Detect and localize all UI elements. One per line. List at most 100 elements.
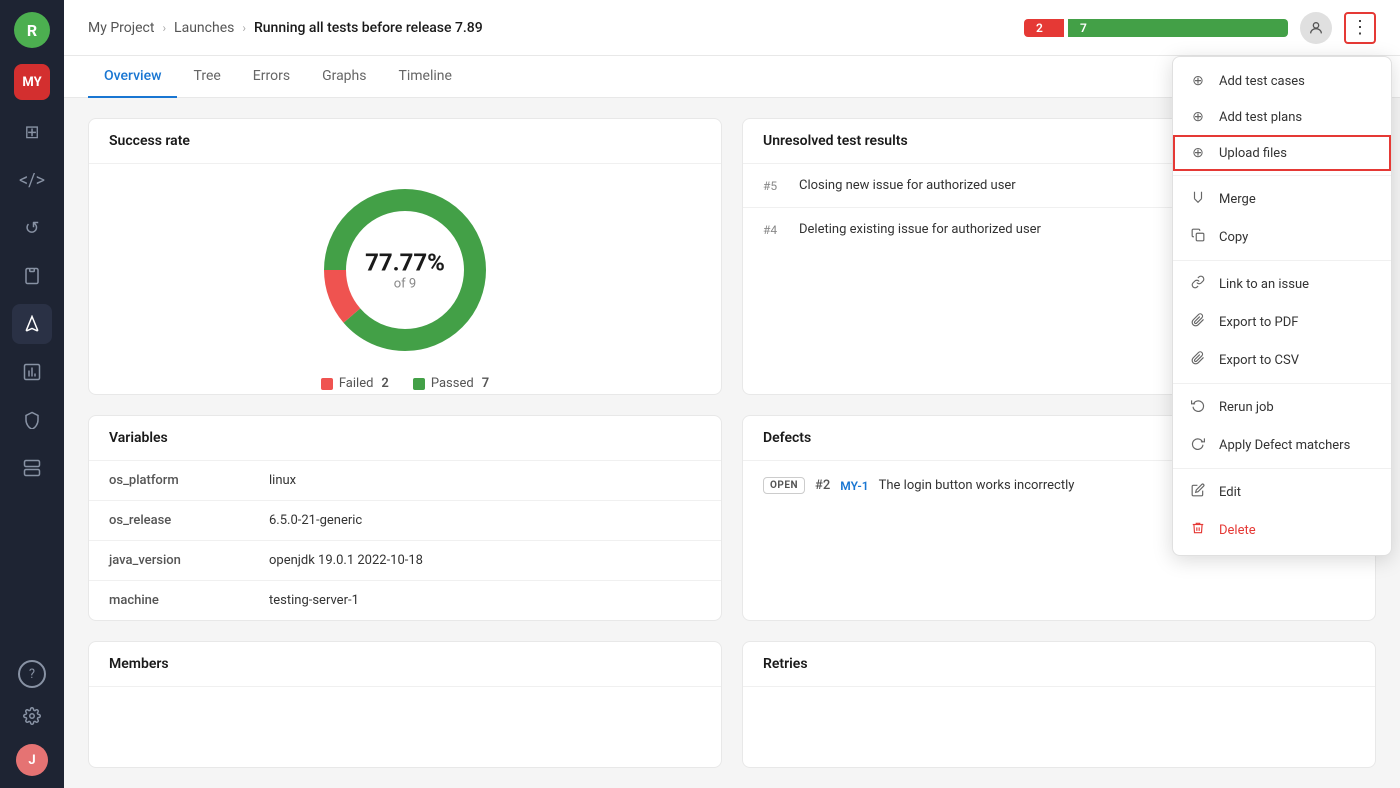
failed-dot (321, 378, 333, 390)
defect-matchers-icon (1189, 436, 1207, 454)
project-avatar[interactable]: MY (14, 64, 50, 100)
var-val: openjdk 19.0.1 2022-10-18 (249, 541, 721, 581)
menu-add-test-cases[interactable]: ⊕ Add test cases (1173, 63, 1391, 99)
menu-separator-3 (1173, 383, 1391, 384)
issue-num-4: #4 (763, 223, 787, 237)
tab-overview[interactable]: Overview (88, 56, 177, 98)
failed-count: 2 (1024, 19, 1064, 37)
issue-num-5: #5 (763, 179, 787, 193)
defect-link[interactable]: MY-1 (840, 479, 868, 493)
menu-label: Delete (1219, 523, 1256, 538)
defect-text: The login button works incorrectly (879, 478, 1075, 493)
breadcrumb-launches[interactable]: Launches (174, 20, 234, 36)
chart-legend: Failed 2 Passed 7 (321, 376, 489, 391)
donut-sub: of 9 (365, 277, 445, 292)
variables-title: Variables (89, 416, 721, 461)
passed-legend: Passed 7 (413, 376, 489, 391)
launch-icon[interactable] (12, 304, 52, 344)
menu-upload-files[interactable]: ⊕ Upload files (1173, 135, 1391, 171)
failed-count: 2 (381, 376, 388, 391)
defect-issue-num: #2 (815, 478, 830, 493)
menu-label: Export to PDF (1219, 315, 1298, 330)
var-key: os_release (89, 501, 249, 541)
menu-label: Edit (1219, 485, 1241, 500)
retries-body (743, 687, 1375, 767)
members-title: Members (89, 642, 721, 687)
page-header: My Project › Launches › Running all test… (64, 0, 1400, 56)
issue-text-4: Deleting existing issue for authorized u… (799, 222, 1041, 237)
menu-label: Rerun job (1219, 400, 1274, 415)
app-logo: R (14, 12, 50, 48)
menu-export-csv[interactable]: Export to CSV (1173, 341, 1391, 379)
tab-errors[interactable]: Errors (237, 56, 306, 98)
menu-edit[interactable]: Edit (1173, 473, 1391, 511)
refresh-icon[interactable]: ↺ (12, 208, 52, 248)
menu-separator-2 (1173, 260, 1391, 261)
var-key: java_version (89, 541, 249, 581)
menu-link-issue[interactable]: Link to an issue (1173, 265, 1391, 303)
add-circle-icon-2: ⊕ (1189, 109, 1207, 125)
progress-bar: 2 7 (1024, 16, 1288, 40)
success-rate-title: Success rate (89, 119, 721, 164)
menu-export-pdf[interactable]: Export to PDF (1173, 303, 1391, 341)
menu-delete[interactable]: Delete (1173, 511, 1391, 549)
add-circle-icon: ⊕ (1189, 73, 1207, 89)
menu-apply-defect-matchers[interactable]: Apply Defect matchers (1173, 426, 1391, 464)
merge-icon (1189, 190, 1207, 208)
code-icon[interactable]: </> (12, 160, 52, 200)
menu-merge[interactable]: Merge (1173, 180, 1391, 218)
variables-table: os_platform linux os_release 6.5.0-21-ge… (89, 461, 721, 620)
donut-chart: 77.77% of 9 Failed 2 Passed 7 (89, 164, 721, 395)
header-user-icon[interactable] (1300, 12, 1332, 44)
user-avatar-icon[interactable]: J (16, 744, 48, 776)
help-icon[interactable]: ? (18, 660, 46, 688)
variable-row: machine testing-server-1 (89, 581, 721, 621)
upload-icon: ⊕ (1189, 145, 1207, 161)
defect-badge: OPEN (763, 477, 805, 494)
var-key: os_platform (89, 461, 249, 501)
variable-row: java_version openjdk 19.0.1 2022-10-18 (89, 541, 721, 581)
variables-card: Variables os_platform linux os_release 6… (88, 415, 722, 621)
dropdown-menu: ⊕ Add test cases ⊕ Add test plans ⊕ Uplo… (1172, 56, 1392, 556)
menu-rerun-job[interactable]: Rerun job (1173, 388, 1391, 426)
menu-label: Upload files (1219, 146, 1287, 161)
more-options-button[interactable]: ⋮ (1344, 12, 1376, 44)
failed-label: Failed (339, 376, 374, 391)
passed-count: 7 (1068, 19, 1288, 37)
failed-legend: Failed 2 (321, 376, 389, 391)
menu-label: Apply Defect matchers (1219, 438, 1350, 453)
variable-row: os_platform linux (89, 461, 721, 501)
edit-icon (1189, 483, 1207, 501)
variable-row: os_release 6.5.0-21-generic (89, 501, 721, 541)
passed-count: 7 (482, 376, 489, 391)
menu-label: Merge (1219, 192, 1256, 207)
rerun-icon (1189, 398, 1207, 416)
tab-graphs[interactable]: Graphs (306, 56, 382, 98)
menu-separator (1173, 175, 1391, 176)
security-icon[interactable] (12, 400, 52, 440)
menu-copy[interactable]: Copy (1173, 218, 1391, 256)
breadcrumb-current: Running all tests before release 7.89 (254, 20, 483, 36)
menu-add-test-plans[interactable]: ⊕ Add test plans (1173, 99, 1391, 135)
retries-card: Retries (742, 641, 1376, 768)
var-key: machine (89, 581, 249, 621)
paperclip-icon-2 (1189, 351, 1207, 369)
link-icon (1189, 275, 1207, 293)
members-card: Members (88, 641, 722, 768)
dashboard-icon[interactable]: ⊞ (12, 112, 52, 152)
members-body (89, 687, 721, 767)
tab-tree[interactable]: Tree (177, 56, 236, 98)
menu-label: Add test plans (1219, 110, 1302, 125)
menu-label: Add test cases (1219, 74, 1305, 89)
menu-label: Export to CSV (1219, 353, 1299, 368)
storage-icon[interactable] (12, 448, 52, 488)
success-rate-card: Success rate 77.77% of 9 (88, 118, 722, 395)
breadcrumb-project[interactable]: My Project (88, 20, 154, 36)
settings-icon[interactable] (12, 696, 52, 736)
chart-icon[interactable] (12, 352, 52, 392)
tab-timeline[interactable]: Timeline (382, 56, 467, 98)
breadcrumb-sep-2: › (242, 21, 246, 35)
clipboard-icon[interactable] (12, 256, 52, 296)
var-val: linux (249, 461, 721, 501)
menu-label: Link to an issue (1219, 277, 1309, 292)
